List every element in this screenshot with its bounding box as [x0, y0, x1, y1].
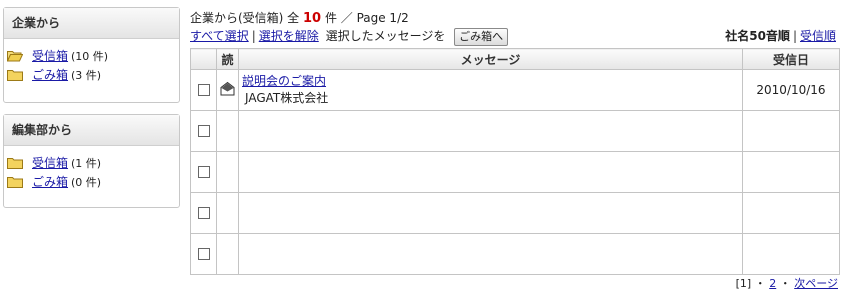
message-cell	[238, 110, 743, 152]
company-panel-title: 企業から	[4, 8, 179, 39]
row-checkbox[interactable]	[197, 84, 210, 96]
message-toolbar: すべて選択 | 選択を解除 選択したメッセージを ごみ箱へ 社名50音順 | 受信順	[190, 26, 840, 46]
editorial-panel-title: 編集部から	[4, 115, 179, 146]
table-row: 説明会のご案内 JAGAT株式会社 2010/10/16	[190, 69, 840, 111]
editorial-inbox-link[interactable]: 受信箱	[32, 156, 68, 170]
next-page-link[interactable]: 次ページ	[794, 277, 838, 290]
folder-icon	[7, 158, 23, 169]
open-folder-icon	[7, 51, 23, 62]
company-inbox-link[interactable]: 受信箱	[32, 49, 68, 63]
row-checkbox[interactable]	[197, 248, 210, 260]
received-date: 2010/10/16	[742, 69, 840, 111]
message-cell	[238, 151, 743, 193]
read-status-cell	[216, 192, 239, 234]
message-table: 読 メッセージ 受信日 説明会のご案内 JAGAT株式会社 2010/10/16	[190, 48, 840, 275]
table-row	[190, 192, 840, 234]
selected-action-label: 選択したメッセージを	[325, 29, 446, 43]
summary-suffix: 件 ／ Page 1/2	[324, 11, 409, 25]
row-checkbox[interactable]	[197, 125, 210, 137]
received-date	[742, 192, 840, 234]
table-row	[190, 151, 840, 193]
checkbox-column-header	[190, 48, 217, 70]
editorial-mailbox-panel: 編集部から 受信箱 (1 件) ごみ箱 (0 件)	[3, 114, 180, 208]
company-trash-count: (3 件)	[71, 69, 102, 82]
company-inbox-count: (10 件)	[71, 50, 109, 63]
table-row	[190, 233, 840, 275]
sort-company-order: 社名50音順	[725, 29, 790, 43]
folder-icon	[7, 177, 23, 188]
company-trash-link[interactable]: ごみ箱	[32, 68, 68, 82]
move-to-trash-button[interactable]: ごみ箱へ	[454, 27, 509, 46]
separator: |	[792, 29, 797, 43]
editorial-trash-count: (0 件)	[71, 176, 102, 189]
pagination: [1] ・ 2 ・ 次ページ	[735, 277, 838, 290]
page-2-link[interactable]: 2	[769, 277, 776, 290]
editorial-inbox-item[interactable]: 受信箱 (1 件)	[7, 154, 179, 173]
separator: |	[251, 29, 256, 43]
read-status-cell	[216, 110, 239, 152]
editorial-trash-item[interactable]: ごみ箱 (0 件)	[7, 173, 179, 192]
read-status-cell	[216, 233, 239, 275]
read-status-cell	[216, 69, 239, 111]
date-column-header: 受信日	[742, 48, 840, 70]
select-all-link[interactable]: すべて選択	[190, 29, 249, 43]
sort-received-link[interactable]: 受信順	[800, 29, 836, 43]
table-header-row: 読 メッセージ 受信日	[190, 48, 840, 70]
row-checkbox[interactable]	[197, 166, 210, 178]
current-page: [1]	[735, 277, 752, 290]
unread-envelope-icon	[220, 81, 235, 96]
folder-icon	[7, 70, 23, 81]
read-status-cell	[216, 151, 239, 193]
total-count: 10	[303, 11, 322, 26]
company-inbox-item[interactable]: 受信箱 (10 件)	[7, 47, 179, 66]
sort-options: 社名50音順 | 受信順	[725, 26, 836, 46]
row-checkbox[interactable]	[197, 207, 210, 219]
editorial-inbox-count: (1 件)	[71, 157, 102, 170]
received-date	[742, 110, 840, 152]
company-mailbox-panel: 企業から 受信箱 (10 件) ごみ箱 (3 件)	[3, 7, 180, 103]
editorial-trash-link[interactable]: ごみ箱	[32, 175, 68, 189]
message-subject-link[interactable]: 説明会のご案内	[242, 74, 326, 88]
message-cell: 説明会のご案内 JAGAT株式会社	[238, 69, 743, 111]
summary-prefix: 企業から(受信箱) 全	[190, 11, 300, 25]
received-date	[742, 151, 840, 193]
table-row	[190, 110, 840, 152]
mailbox-summary: 企業から(受信箱) 全 10 件 ／ Page 1/2	[190, 9, 409, 26]
received-date	[742, 233, 840, 275]
message-cell	[238, 192, 743, 234]
message-sender: JAGAT株式会社	[245, 91, 329, 105]
deselect-link[interactable]: 選択を解除	[259, 29, 319, 43]
company-trash-item[interactable]: ごみ箱 (3 件)	[7, 66, 179, 85]
message-column-header: メッセージ	[238, 48, 743, 70]
read-column-header: 読	[216, 48, 239, 70]
message-cell	[238, 233, 743, 275]
